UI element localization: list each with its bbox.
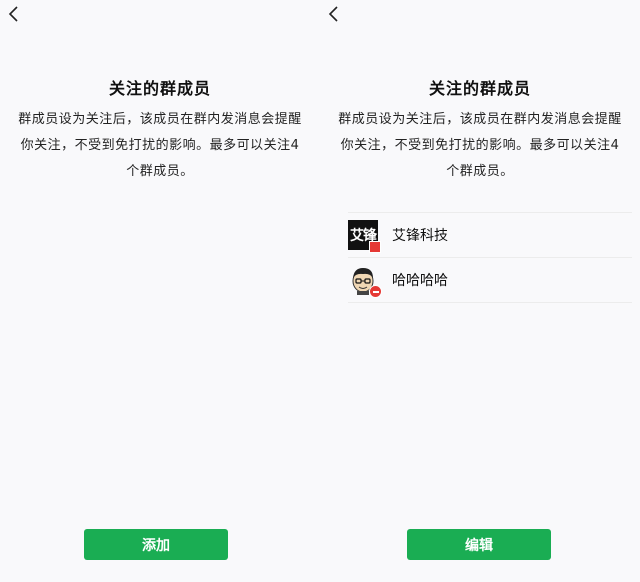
member-name: 哈哈哈哈 xyxy=(392,273,448,289)
avatar xyxy=(348,265,382,298)
page-title: 关注的群成员 xyxy=(428,79,531,98)
followed-members-screen-list: 关注的群成员 群成员设为关注后，该成员在群内发消息会提醒你关注，不受到免打扰的影… xyxy=(320,0,640,582)
member-list: 艾锋 艾锋科技 哈哈哈哈 xyxy=(348,212,632,303)
page-title: 关注的群成员 xyxy=(108,79,211,98)
red-tag-icon xyxy=(369,241,381,253)
add-button[interactable]: 添加 xyxy=(84,529,228,560)
chevron-left-icon[interactable] xyxy=(6,5,22,23)
avatar: 艾锋 xyxy=(348,220,381,253)
list-item[interactable]: 艾锋 艾锋科技 xyxy=(348,212,632,257)
chevron-left-icon[interactable] xyxy=(326,5,342,23)
page-description: 群成员设为关注后，该成员在群内发消息会提醒你关注，不受到免打扰的影响。最多可以关… xyxy=(18,112,302,179)
list-item[interactable]: 哈哈哈哈 xyxy=(348,257,632,303)
member-name: 艾锋科技 xyxy=(392,228,448,244)
followed-members-screen-empty: 关注的群成员 群成员设为关注后，该成员在群内发消息会提醒你关注，不受到免打扰的影… xyxy=(0,0,320,582)
edit-button[interactable]: 编辑 xyxy=(407,529,551,560)
page-description: 群成员设为关注后，该成员在群内发消息会提醒你关注，不受到免打扰的影响。最多可以关… xyxy=(338,112,622,179)
remove-icon[interactable] xyxy=(369,285,382,298)
